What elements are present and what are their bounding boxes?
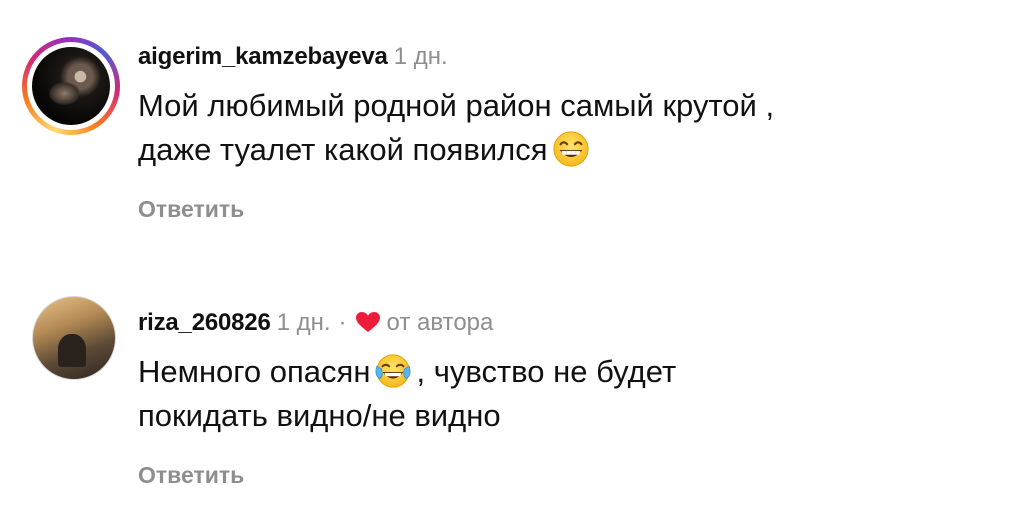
comment-meta: aigerim_kamzebayeva 1 дн. xyxy=(138,42,448,72)
comment-text-line: Мой любимый родной район самый крутой , xyxy=(138,88,775,123)
username[interactable]: riza_260826 xyxy=(138,309,271,336)
comment-text-part: Немного опасян xyxy=(138,354,371,389)
comment-text: Мой любимый родной район самый крутой , … xyxy=(138,84,774,172)
comment-time: 1 дн. xyxy=(276,309,331,336)
comment-text-line: даже туалет какой появился xyxy=(138,132,548,167)
avatar[interactable] xyxy=(32,296,116,380)
heart-icon xyxy=(355,311,381,333)
liked-by-author-label: от автора xyxy=(386,309,494,336)
comment-text-line: покидать видно/не видно xyxy=(138,398,501,433)
reply-button[interactable]: Ответить xyxy=(138,462,244,489)
avatar-image xyxy=(32,296,116,380)
avatar[interactable] xyxy=(22,37,120,135)
comment-text-part: , чувство не будет xyxy=(416,354,677,389)
username[interactable]: aigerim_kamzebayeva xyxy=(138,43,388,70)
grinning-face-with-smiling-eyes-icon xyxy=(552,130,590,168)
comment-text: Немного опасян , чувство не будет покида… xyxy=(138,350,676,438)
comment-meta: riza_260826 1 дн. · от автора xyxy=(138,308,493,338)
reply-button[interactable]: Ответить xyxy=(138,196,244,223)
avatar-image xyxy=(32,47,110,125)
comment-time: 1 дн. xyxy=(393,43,448,70)
separator-dot: · xyxy=(338,309,347,336)
face-with-tears-of-joy-icon xyxy=(374,352,412,390)
